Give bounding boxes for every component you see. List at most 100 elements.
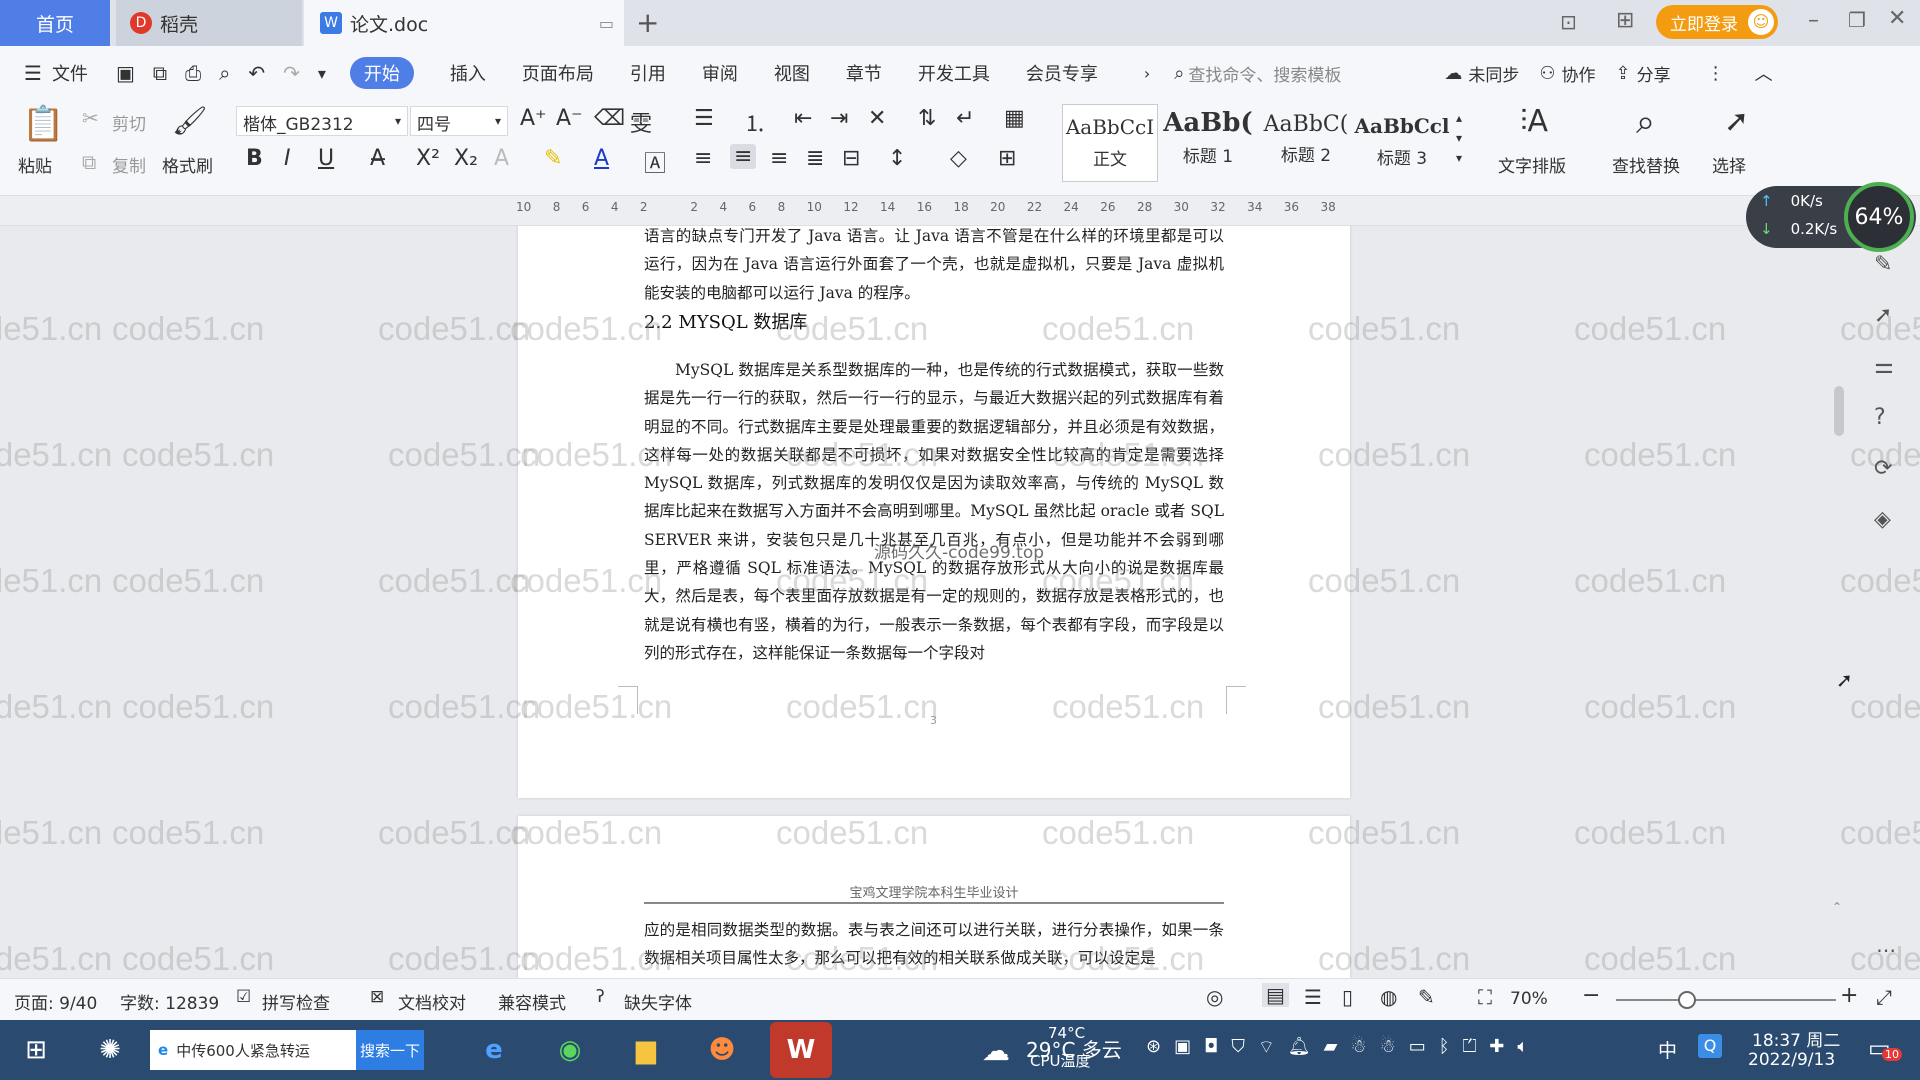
document-canvas[interactable]: 语言的缺点专门开发了 Java 语言。让 Java 语言不管是在什么样的环境里都… [0,226,1920,978]
outline-view-icon[interactable]: ☰ [1304,985,1322,1009]
char-border-icon[interactable]: 🄰 [644,146,666,178]
battery-icon[interactable]: ▭ [1409,1036,1426,1059]
clear-format-icon[interactable]: ⌫ [594,106,625,131]
align-center-icon[interactable]: ≡ [730,144,757,169]
wps-writer-icon[interactable]: W [770,1022,832,1078]
paste-button[interactable]: 粘贴 [18,152,52,177]
decrease-indent-icon[interactable]: ⇤ [794,106,812,131]
chevron-right-icon[interactable]: › [1144,64,1150,83]
print-icon[interactable]: ⎙ [185,61,201,85]
cut-button[interactable]: 剪切 [112,110,146,135]
menu-file[interactable]: 文件 [52,60,88,86]
redo-icon[interactable]: ↷ [283,61,300,85]
close-icon[interactable]: ✕ [1888,6,1906,31]
export-icon[interactable]: ⧉ [153,61,167,85]
tab-document[interactable]: W 论文.doc ▭ [304,0,624,46]
horizontal-ruler[interactable]: 10 8 6 4 2 2 4 6 8 10 12 14 16 18 20 22 24 26 28 30 32 34 36 38 [0,196,1920,226]
share-button[interactable]: 分享 [1637,61,1671,86]
missing-font-button[interactable]: 缺失字体 [624,989,692,1014]
paragraph-continued[interactable]: 应的是相同数据类型的数据。表与表之间还可以进行关联，进行分表操作，如果一条数据相… [644,916,1224,973]
tab-home[interactable]: 首页 [0,0,110,46]
borders-icon[interactable]: ⊞ [998,146,1016,171]
strikethrough-icon[interactable]: A̶ [370,146,385,171]
font-color-icon[interactable]: A [594,146,609,171]
zoom-slider-thumb[interactable] [1678,991,1696,1009]
style-heading1[interactable]: AaBb( 标题 1 [1160,104,1256,182]
zoom-slider[interactable] [1616,991,1836,1009]
fullscreen-icon[interactable]: ⤢ [1876,985,1892,1009]
file-explorer-icon[interactable]: ▆ [622,1026,670,1074]
bold-icon[interactable]: B [246,146,263,171]
new-tab-plus-icon[interactable]: + [636,6,659,39]
font-name-select[interactable]: 楷体_GB2312 ▾ [236,106,408,136]
format-painter-button[interactable]: 格式刷 [162,152,213,177]
align-right-icon[interactable]: ≡ [770,146,788,171]
fit-page-icon[interactable]: ⛶ [1478,985,1492,1009]
tray-app-icon[interactable]: ▣ [1174,1036,1191,1059]
more-dots-icon[interactable]: ⋯ [1876,938,1896,962]
numbered-list-icon[interactable]: ⒈ [744,106,766,138]
find-replace-icon[interactable]: ⌕ [1636,102,1655,142]
security-icon[interactable]: ✚ [1489,1036,1504,1059]
game-app-icon[interactable]: ☻ [698,1026,746,1074]
network-monitor[interactable]: ↑ 0K/s ↓ 0.2K/s 64% [1746,182,1916,252]
select-button[interactable]: 选择 [1712,152,1746,177]
shading-icon[interactable]: ◇ [950,146,967,171]
copy-icon[interactable]: ⧉ [82,150,96,174]
compass-icon[interactable]: ◈ [1874,507,1894,532]
menu-references[interactable]: 引用 [630,60,666,86]
tray-app-icon[interactable]: ◘ [1204,1036,1218,1059]
undo-icon[interactable]: ↶ [248,61,265,85]
vertical-scrollbar[interactable]: ⌃ [1832,236,1846,914]
zoom-out-icon[interactable]: − [1582,983,1600,1008]
word-count[interactable]: 字数: 12839 [120,989,219,1014]
adjust-icon[interactable]: ⚌ [1874,354,1894,379]
superscript-icon[interactable]: X² [416,146,440,171]
backup-icon[interactable]: ⟳ [1874,456,1894,481]
style-heading3[interactable]: AaBbCcl 标题 3 [1354,104,1450,182]
italic-icon[interactable]: I [284,146,291,171]
bullet-list-icon[interactable]: ☰ [694,106,714,131]
qq-icon[interactable]: ☃ [1350,1036,1366,1059]
text-effect-icon[interactable]: A [494,146,509,171]
phonetic-icon[interactable]: 雯 [630,106,652,138]
tray-app-icon[interactable]: ⊛ [1146,1036,1161,1059]
collab-button[interactable]: 协作 [1562,61,1596,86]
scissors-icon[interactable]: ✂ [82,106,99,130]
preview-icon[interactable]: ⌕ [219,61,230,85]
heading-mysql[interactable]: 2.2 MYSQL 数据库 [644,308,807,334]
tab-ruler-icon[interactable]: ▦ [1004,106,1025,131]
360-browser-icon[interactable]: ◉ [546,1026,594,1074]
increase-indent-icon[interactable]: ⇥ [830,106,848,131]
tab-daoke[interactable]: D 稻壳 [116,0,302,46]
font-size-select[interactable]: 四号 ▾ [410,106,508,136]
nvidia-icon[interactable]: ▰ [1324,1036,1338,1059]
clock-date[interactable]: 2022/9/13 [1748,1050,1835,1070]
tab-window-icon[interactable]: ▭ [599,14,614,33]
menu-chapter[interactable]: 章节 [846,60,882,86]
windows-start-icon[interactable]: ⊞ [12,1026,60,1074]
paragraph-java[interactable]: 语言的缺点专门开发了 Java 语言。让 Java 语言不管是在什么样的环境里都… [644,226,1224,307]
pointer-icon[interactable]: ➚ [1874,303,1894,328]
minimize-icon[interactable]: – [1808,8,1819,33]
show-marks-icon[interactable]: ↵ [956,106,974,131]
eye-protect-icon[interactable]: ◎ [1206,985,1223,1009]
chinese-layout-icon[interactable]: ✕ [868,106,886,131]
shrink-font-icon[interactable]: A⁻ [556,106,583,131]
apps-grid-icon[interactable]: ⊞ [1616,8,1634,33]
zoom-level[interactable]: 70% [1510,989,1548,1009]
menu-insert[interactable]: 插入 [450,60,486,86]
grow-font-icon[interactable]: A⁺ [520,106,547,131]
menu-layout[interactable]: 页面布局 [522,60,594,86]
wifi-icon[interactable]: ⌔ [1258,1036,1275,1059]
text-layout-button[interactable]: 文字排版 [1498,152,1566,177]
line-spacing-icon[interactable]: ↕ [888,146,906,171]
paste-icon[interactable]: 📋 [22,104,64,144]
page-view-icon[interactable]: ▤ [1262,983,1289,1007]
more-options-icon[interactable]: ⋮ [1707,63,1725,84]
page-up-icon[interactable]: ⌃ [1832,900,1842,914]
read-view-icon[interactable]: ▯ [1342,985,1353,1009]
restore-icon[interactable]: ❐ [1848,8,1866,32]
style-scroll-icon[interactable]: ▴ ▾ ▾ [1456,108,1462,168]
pen-icon[interactable]: ✎ [1874,252,1894,277]
